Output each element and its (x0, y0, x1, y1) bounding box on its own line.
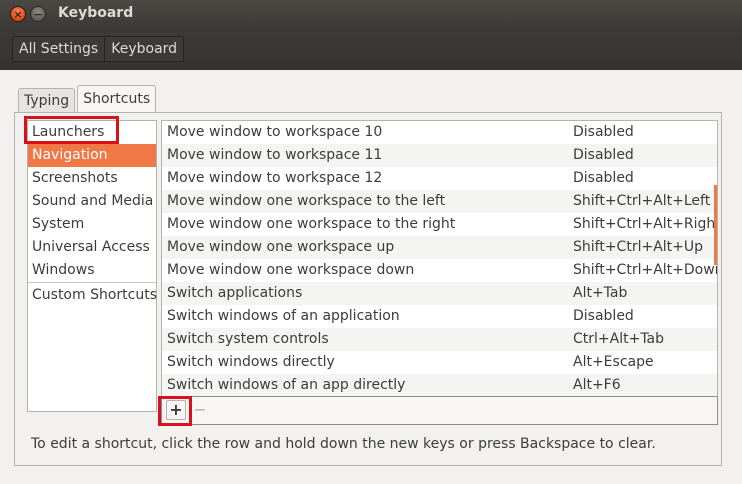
scrollbar-indicator[interactable] (714, 185, 717, 265)
table-row[interactable]: Move window one workspace to the left Sh… (162, 190, 717, 213)
category-universal-access[interactable]: Universal Access (28, 236, 156, 259)
shortcut-accel: Disabled (573, 308, 634, 324)
shortcut-name: Switch applications (167, 285, 303, 301)
table-row[interactable]: Move window one workspace up Shift+Ctrl+… (162, 236, 717, 259)
tab-shortcuts[interactable]: Shortcuts (77, 85, 157, 112)
shortcut-accel: Alt+F6 (573, 377, 621, 393)
category-custom-shortcuts[interactable]: Custom Shortcuts (28, 284, 157, 307)
category-screenshots[interactable]: Screenshots (28, 167, 156, 190)
shortcut-accel: Ctrl+Alt+Tab (573, 331, 665, 347)
edit-hint-text: To edit a shortcut, click the row and ho… (31, 436, 656, 452)
shortcut-name: Move window to workspace 12 (167, 170, 383, 186)
window-title: Keyboard (58, 5, 134, 21)
table-row[interactable]: Move window to workspace 10 Disabled (162, 121, 717, 144)
shortcut-name: Move window one workspace to the right (167, 216, 456, 232)
toolbar: All Settings Keyboard (0, 28, 742, 70)
table-row[interactable]: Move window to workspace 11 Disabled (162, 144, 717, 167)
table-row[interactable]: Switch windows of an application Disable… (162, 305, 717, 328)
category-windows[interactable]: Windows (28, 259, 156, 282)
shortcut-accel: Shift+Ctrl+Alt+Right (573, 216, 718, 232)
shortcut-edit-bar: + − (161, 396, 718, 425)
table-row[interactable]: Switch windows directly Alt+Escape (162, 351, 717, 374)
tab-typing[interactable]: Typing (18, 88, 76, 112)
breadcrumb-keyboard[interactable]: Keyboard (105, 37, 183, 61)
shortcut-accel: Shift+Ctrl+Alt+Down (573, 262, 718, 278)
remove-shortcut-button[interactable]: − (190, 400, 210, 420)
category-list: Launchers Navigation Screenshots Sound a… (27, 120, 157, 412)
main-content: Typing Shortcuts Launchers Navigation Sc… (14, 84, 728, 466)
title-bar: × − Keyboard (0, 0, 742, 28)
keyboard-settings-window: × − Keyboard All Settings Keyboard Typin… (0, 0, 742, 484)
shortcut-name: Switch windows directly (167, 354, 335, 370)
table-row[interactable]: Switch system controls Ctrl+Alt+Tab (162, 328, 717, 351)
table-row[interactable]: Switch applications Alt+Tab (162, 282, 717, 305)
shortcut-accel: Shift+Ctrl+Alt+Left (573, 193, 711, 209)
shortcut-accel: Disabled (573, 124, 634, 140)
category-sound-and-media[interactable]: Sound and Media (28, 190, 156, 213)
shortcut-name: Switch windows of an app directly (167, 377, 406, 393)
shortcut-accel: Shift+Ctrl+Alt+Up (573, 239, 704, 255)
shortcut-name: Move window one workspace down (167, 262, 415, 278)
shortcut-table: Move window to workspace 10 Disabled Mov… (161, 120, 718, 397)
shortcut-accel: Disabled (573, 147, 634, 163)
table-row[interactable]: Switch windows of an app directly Alt+F6 (162, 374, 717, 396)
category-system[interactable]: System (28, 213, 156, 236)
shortcut-accel: Disabled (573, 170, 634, 186)
shortcut-name: Move window one workspace to the left (167, 193, 446, 209)
category-launchers[interactable]: Launchers (28, 121, 156, 144)
shortcut-name: Move window to workspace 10 (167, 124, 383, 140)
shortcut-name: Move window to workspace 11 (167, 147, 383, 163)
breadcrumb: All Settings Keyboard (12, 36, 185, 62)
minimize-icon[interactable]: − (30, 6, 46, 22)
add-shortcut-button[interactable]: + (166, 400, 186, 420)
tab-bar: Typing Shortcuts (18, 85, 158, 112)
category-navigation[interactable]: Navigation (28, 144, 156, 167)
shortcut-accel: Alt+Escape (573, 354, 654, 370)
all-settings-button[interactable]: All Settings (13, 37, 106, 61)
shortcut-name: Switch system controls (167, 331, 329, 347)
table-row[interactable]: Move window one workspace down Shift+Ctr… (162, 259, 717, 282)
shortcut-name: Move window one workspace up (167, 239, 395, 255)
table-row[interactable]: Move window to workspace 12 Disabled (162, 167, 717, 190)
category-divider (28, 282, 156, 283)
table-row[interactable]: Move window one workspace to the right S… (162, 213, 717, 236)
shortcut-name: Switch windows of an application (167, 308, 400, 324)
shortcuts-panel: Launchers Navigation Screenshots Sound a… (14, 112, 722, 466)
close-icon[interactable]: × (10, 6, 26, 22)
shortcut-accel: Alt+Tab (573, 285, 628, 301)
